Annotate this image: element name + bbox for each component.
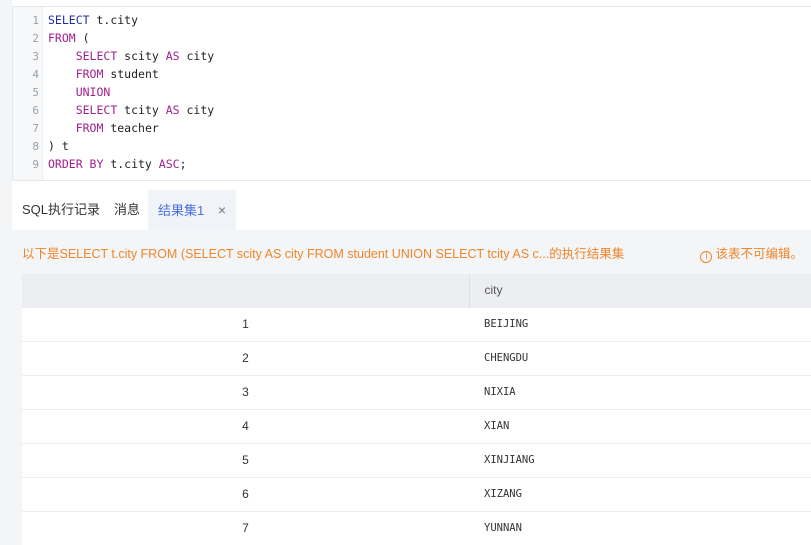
sql-keyword: ASC <box>158 157 180 171</box>
line-number: 2 <box>32 32 39 45</box>
city-cell[interactable]: CHENGDU <box>469 340 811 375</box>
table-row[interactable]: 2 CHENGDU <box>22 340 811 375</box>
sql-keyword: UNION <box>75 85 111 99</box>
result-tabs: SQL执行记录 消息 结果集1 × <box>12 190 811 230</box>
code-token: ( <box>82 31 90 45</box>
sql-keyword: SELECT <box>75 49 125 63</box>
row-index: 6 <box>22 476 469 511</box>
code-line[interactable]: 5 UNION <box>13 83 811 101</box>
tab-result-set-1-label: 结果集1 <box>158 203 205 218</box>
sql-keyword: AS <box>165 103 187 117</box>
table-row[interactable]: 6 XIZANG <box>22 476 811 511</box>
code-line[interactable]: 8 ) t <box>13 137 811 155</box>
sql-keyword: ORDER BY <box>48 157 111 171</box>
city-cell[interactable]: XINJIANG <box>469 442 811 477</box>
line-number: 9 <box>32 158 39 171</box>
sql-console: 1 SELECT t.city 2 FROM (3 SELECT scity AS c… <box>0 0 811 545</box>
code-token: ; <box>179 157 187 171</box>
sql-keyword: SELECT <box>48 13 97 27</box>
city-cell[interactable]: NIXIA <box>469 374 811 409</box>
table-row[interactable]: 4 XIAN <box>22 408 811 443</box>
result-panel: 以下是SELECT t.city FROM (SELECT scity AS c… <box>12 230 811 545</box>
code-token: t.city <box>110 157 159 171</box>
info-icon: i <box>700 251 713 263</box>
code-line[interactable]: 2 FROM ( <box>13 29 811 47</box>
close-icon[interactable]: × <box>218 190 226 230</box>
sql-keyword: FROM <box>75 121 111 135</box>
code-text: FROM teacher <box>48 119 159 137</box>
code-token: city <box>186 49 215 63</box>
line-number: 3 <box>32 50 39 63</box>
city-cell[interactable]: YUNNAN <box>469 510 811 545</box>
code-line[interactable]: 4 FROM student <box>13 65 811 83</box>
table-row[interactable]: 5 XINJIANG <box>22 442 811 477</box>
code-line[interactable]: 7 FROM teacher <box>13 119 811 137</box>
tab-messages[interactable]: 消息 <box>114 190 140 230</box>
table-header-row: city <box>22 274 811 307</box>
table-row[interactable]: 3 NIXIA <box>22 374 811 409</box>
code-line[interactable]: 6 SELECT tcity AS city <box>13 101 811 119</box>
code-token: t.city <box>96 13 139 27</box>
code-text: SELECT scity AS city <box>48 47 215 65</box>
code-line[interactable]: 1 SELECT t.city <box>13 11 811 29</box>
line-number: 1 <box>32 14 39 27</box>
result-table: city 1 BEIJING 2 CHENGDU 3 NIXIA 4 XIAN 5 XINJIAN… <box>22 274 811 545</box>
city-cell[interactable]: BEIJING <box>469 306 811 341</box>
row-index-header <box>22 274 470 307</box>
row-index: 5 <box>22 442 469 477</box>
code-token: scity <box>124 49 166 63</box>
code-token: student <box>110 67 159 81</box>
line-number: 4 <box>32 68 39 81</box>
code-text: FROM student <box>48 65 159 83</box>
code-line[interactable]: 3 SELECT scity AS city <box>13 47 811 65</box>
row-index: 2 <box>22 340 469 375</box>
code-token: ) t <box>48 139 69 153</box>
line-number: 6 <box>32 104 39 117</box>
result-notice: 以下是SELECT t.city FROM (SELECT scity AS c… <box>22 247 625 261</box>
tab-sql-history[interactable]: SQL执行记录 <box>22 190 100 230</box>
sql-editor[interactable]: 1 SELECT t.city 2 FROM (3 SELECT scity AS c… <box>12 6 811 181</box>
code-token: teacher <box>110 121 159 135</box>
readonly-notice: i 该表不可编辑。 <box>700 243 803 263</box>
sql-keyword: FROM <box>75 67 111 81</box>
row-index: 4 <box>22 408 469 443</box>
sql-keyword: FROM <box>48 31 83 45</box>
left-rail <box>0 0 12 545</box>
column-header-city[interactable]: city <box>469 274 811 307</box>
table-row[interactable]: 1 BEIJING <box>22 306 811 341</box>
tab-messages-label: 消息 <box>114 202 141 217</box>
line-number: 8 <box>32 140 39 153</box>
city-cell[interactable]: XIZANG <box>469 476 811 511</box>
row-index: 3 <box>22 374 469 409</box>
city-cell[interactable]: XIAN <box>469 408 811 443</box>
code-text: FROM ( <box>48 29 90 47</box>
sql-keyword: SELECT <box>75 103 125 117</box>
line-number: 5 <box>32 86 39 99</box>
table-row[interactable]: 7 YUNNAN <box>22 510 811 545</box>
tab-sql-history-label: SQL执行记录 <box>22 202 101 217</box>
row-index: 1 <box>22 306 469 341</box>
row-index: 7 <box>22 510 469 545</box>
code-text: ORDER BY t.city ASC; <box>48 155 187 173</box>
code-text: SELECT tcity AS city <box>48 101 215 119</box>
tab-result-set-1[interactable]: 结果集1 × <box>148 190 237 230</box>
code-token: city <box>186 103 215 117</box>
code-token: tcity <box>124 103 166 117</box>
sql-keyword: AS <box>165 49 187 63</box>
line-number: 7 <box>32 122 39 135</box>
code-text: UNION <box>48 83 111 101</box>
code-text: ) t <box>48 137 69 155</box>
code-line[interactable]: 9 ORDER BY t.city ASC; <box>13 155 811 173</box>
readonly-notice-text: 该表不可编辑。 <box>715 247 803 261</box>
code-text: SELECT t.city <box>48 11 138 29</box>
